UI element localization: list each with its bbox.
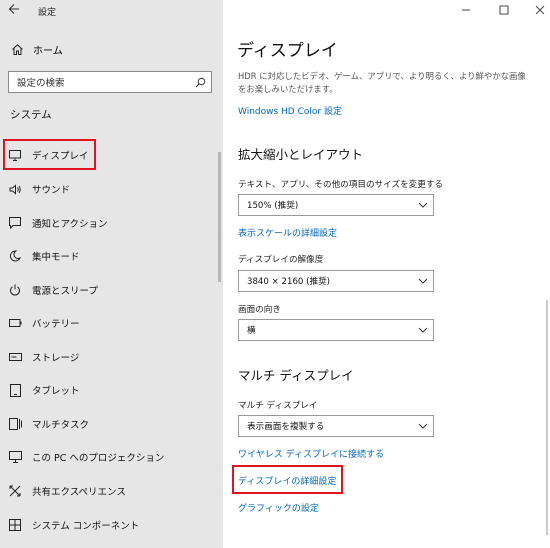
sidebar-item-battery[interactable]: バッテリー [0, 308, 223, 338]
sidebar-item-label: ストレージ [32, 353, 80, 364]
home-label: ホーム [33, 45, 63, 57]
sidebar-item-storage[interactable]: ストレージ [0, 342, 223, 372]
sidebar-item-label: システム コンポーネント [32, 521, 140, 532]
multitask-icon [8, 417, 22, 431]
components-icon [8, 518, 22, 532]
sidebar-item-multitask[interactable]: マルチタスク [0, 409, 223, 439]
multi-display-select[interactable]: 表示画面を複製する [238, 415, 434, 437]
sidebar-item-label: 共有エクスペリエンス [32, 487, 126, 498]
display-highlight-box [3, 139, 96, 170]
moon-icon [8, 249, 22, 263]
main-panel: ディスプレイ HDR に対応したビデオ、ゲーム、アプリで、より明るく、より鮮やか… [223, 0, 550, 548]
shared-experience-icon [8, 484, 22, 498]
resolution-label: ディスプレイの解像度 [238, 255, 324, 265]
scale-label: テキスト、アプリ、その他の項目のサイズを変更する [238, 180, 444, 190]
maximize-icon[interactable] [497, 3, 511, 17]
chevron-down-icon [413, 423, 433, 429]
multi-display-label: マルチ ディスプレイ [238, 401, 318, 411]
projection-icon [8, 450, 22, 464]
chevron-down-icon [413, 278, 433, 284]
advanced-display-highlight-box [232, 465, 343, 494]
sidebar-item-projection[interactable]: この PC へのプロジェクション [0, 442, 223, 472]
sidebar-item-components[interactable]: システム コンポーネント [0, 510, 223, 540]
speaker-icon [8, 182, 22, 196]
sidebar-item-label: マルチタスク [32, 420, 90, 431]
search-icon[interactable] [189, 72, 211, 92]
orientation-value: 横 [247, 326, 256, 336]
scale-layout-heading: 拡大縮小とレイアウト [238, 147, 364, 162]
multi-display-value: 表示画面を複製する [247, 422, 325, 432]
orientation-label: 画面の向き [238, 305, 281, 315]
power-icon [8, 283, 22, 297]
advanced-scaling-link[interactable]: 表示スケールの詳細設定 [238, 226, 337, 239]
sidebar-item-shared-experiences[interactable]: 共有エクスペリエンス [0, 476, 223, 506]
sidebar-scrollbar[interactable] [218, 152, 221, 282]
notification-icon [8, 216, 22, 230]
back-arrow-icon[interactable] [8, 3, 24, 19]
resolution-select[interactable]: 3840 × 2160 (推奨) [238, 270, 434, 292]
graphics-settings-link[interactable]: グラフィックの設定 [238, 501, 319, 514]
battery-icon [8, 316, 22, 330]
scale-value: 150% (推奨) [247, 201, 299, 211]
chevron-down-icon [413, 202, 433, 208]
sidebar-item-sound[interactable]: サウンド [0, 174, 223, 204]
sidebar-item-label: 集中モード [32, 252, 80, 263]
page-title: ディスプレイ [237, 41, 338, 61]
window-title: 設定 [38, 7, 57, 18]
sidebar-item-focus[interactable]: 集中モード [0, 241, 223, 271]
minimize-icon[interactable] [459, 3, 473, 17]
home-icon [9, 41, 25, 57]
main-scrollbar[interactable] [546, 300, 548, 535]
sidebar-item-label: バッテリー [32, 319, 80, 330]
sidebar-item-label: 電源とスリープ [32, 286, 98, 297]
sidebar-item-tablet[interactable]: タブレット [0, 375, 223, 405]
sidebar-item-label: 通知とアクション [32, 219, 108, 230]
wireless-display-link[interactable]: ワイヤレス ディスプレイに接続する [238, 447, 384, 460]
sidebar-item-power[interactable]: 電源とスリープ [0, 275, 223, 305]
storage-icon [8, 350, 22, 364]
search-placeholder: 設定の検索 [17, 78, 65, 89]
sidebar-item-notifications[interactable]: 通知とアクション [0, 208, 223, 238]
tablet-icon [8, 383, 22, 397]
title-bar: 設定 [8, 3, 56, 19]
close-icon[interactable] [533, 3, 547, 17]
resolution-value: 3840 × 2160 (推奨) [247, 277, 331, 287]
scale-select[interactable]: 150% (推奨) [238, 194, 434, 216]
sidebar-item-label: タブレット [32, 386, 80, 397]
sidebar-item-label: サウンド [32, 185, 71, 196]
orientation-select[interactable]: 横 [238, 319, 434, 341]
sidebar-item-label: この PC へのプロジェクション [32, 453, 165, 464]
home-nav-item[interactable]: ホーム [9, 40, 63, 58]
section-label: システム [10, 109, 52, 121]
multi-display-heading: マルチ ディスプレイ [238, 368, 354, 383]
sidebar: 設定 ホーム 設定の検索 システム ディスプレイ サウンド 通知とアクション 集… [0, 0, 223, 548]
search-input[interactable]: 設定の検索 [8, 71, 212, 93]
hdr-description: HDR に対応したビデオ、ゲーム、アプリで、より明るく、より鮮やかな画像をお楽し… [238, 71, 526, 94]
hdr-color-link[interactable]: Windows HD Color 設定 [238, 104, 342, 117]
chevron-down-icon [413, 327, 433, 333]
